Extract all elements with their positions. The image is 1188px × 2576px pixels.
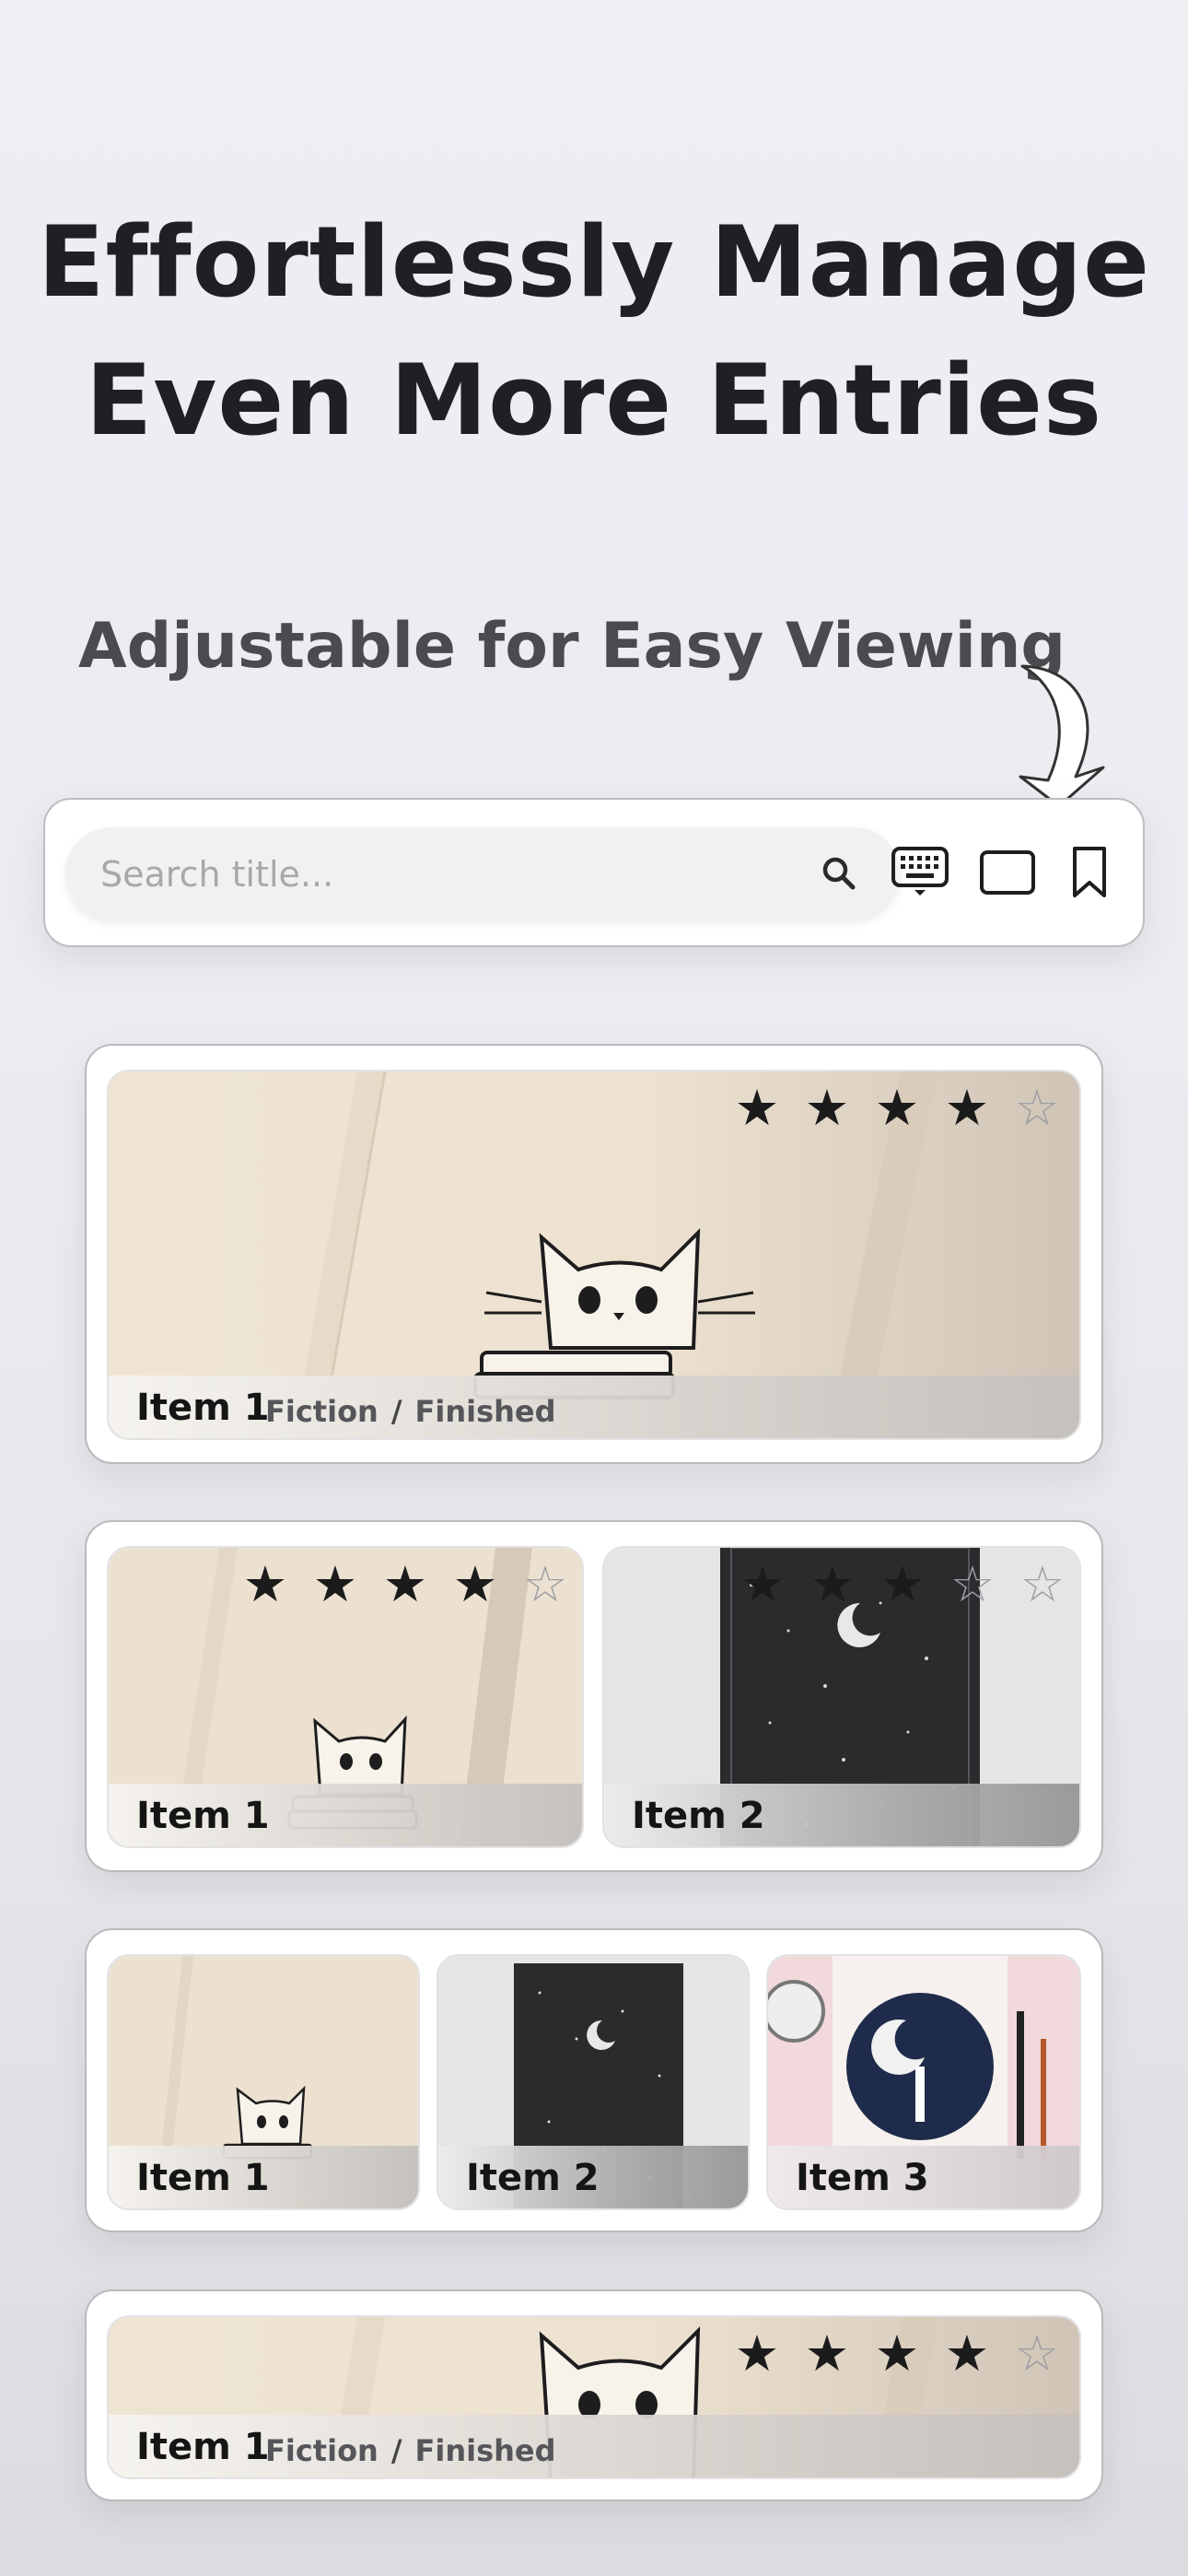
item-tile[interactable]: ★ ★ ★ ☆ ☆ Item 2 bbox=[602, 1546, 1081, 1848]
item-caption: Item 2 bbox=[604, 1784, 1079, 1846]
headline-line-2: Even More Entries bbox=[85, 344, 1103, 457]
star-filled-icon[interactable]: ★ bbox=[230, 1557, 300, 1612]
star-empty-icon[interactable]: ☆ bbox=[1007, 1557, 1077, 1612]
item-title: Item 1 bbox=[136, 2157, 270, 2199]
rating-stars[interactable]: ★ ★ ★ ☆ ☆ bbox=[728, 1557, 1077, 1612]
item-title: Item 1 bbox=[136, 1387, 270, 1429]
star-filled-icon[interactable]: ★ bbox=[370, 1557, 440, 1612]
star-filled-icon[interactable]: ★ bbox=[792, 2326, 862, 2382]
star-filled-icon[interactable]: ★ bbox=[722, 1081, 792, 1136]
star-filled-icon[interactable]: ★ bbox=[868, 1557, 938, 1612]
item-title: Item 3 bbox=[796, 2157, 929, 2199]
star-filled-icon[interactable]: ★ bbox=[798, 1557, 868, 1612]
subheadline: Adjustable for Easy Viewing bbox=[78, 610, 1066, 683]
rating-stars[interactable]: ★ ★ ★ ★ ☆ bbox=[722, 1081, 1072, 1136]
item-title: Item 1 bbox=[136, 2426, 270, 2468]
item-genre: Fiction bbox=[265, 2433, 379, 2468]
search-icon[interactable] bbox=[821, 855, 857, 892]
item-status: Finished bbox=[414, 2433, 556, 2468]
item-caption: Item 1 bbox=[109, 1784, 582, 1846]
item-caption: Item 3 bbox=[768, 2146, 1079, 2208]
layout-card-compact: ★ ★ ★ ★ ☆ Item 1 Fiction / Finished bbox=[85, 2289, 1103, 2501]
star-filled-icon[interactable]: ★ bbox=[440, 1557, 510, 1612]
meta-separator: / bbox=[390, 1394, 402, 1429]
keyboard-icon[interactable] bbox=[891, 846, 949, 897]
rating-stars[interactable]: ★ ★ ★ ★ ☆ bbox=[722, 2326, 1072, 2382]
item-tile[interactable]: ★ ★ ★ ★ ☆ Item 1 bbox=[107, 1546, 584, 1848]
item-tile[interactable]: ★ ★ ★ ★ ☆ Item 1 Fiction / Finished bbox=[107, 1070, 1081, 1440]
search-input[interactable] bbox=[99, 827, 802, 921]
star-empty-icon[interactable]: ☆ bbox=[510, 1557, 580, 1612]
single-column-layout-icon[interactable] bbox=[979, 849, 1036, 896]
search-toolbar bbox=[43, 798, 1145, 947]
bookmark-icon[interactable] bbox=[1071, 846, 1108, 899]
item-caption: Item 1 Fiction / Finished bbox=[109, 1376, 1079, 1438]
star-filled-icon[interactable]: ★ bbox=[862, 1081, 932, 1136]
item-tile[interactable]: ★ ★ ★ ★ ☆ Item 1 Fiction / Finished bbox=[107, 2315, 1081, 2479]
item-title: Item 1 bbox=[136, 1795, 270, 1837]
star-filled-icon[interactable]: ★ bbox=[300, 1557, 370, 1612]
layout-card-single: ★ ★ ★ ★ ☆ Item 1 Fiction / Finished bbox=[85, 1044, 1103, 1464]
item-tile[interactable]: Item 1 bbox=[107, 1954, 420, 2210]
layout-card-three-column: Item 1 Item 2 Item 3 bbox=[85, 1928, 1103, 2232]
star-filled-icon[interactable]: ★ bbox=[862, 2326, 932, 2382]
star-filled-icon[interactable]: ★ bbox=[722, 2326, 792, 2382]
item-genre: Fiction bbox=[265, 1394, 379, 1429]
item-meta: Fiction / Finished bbox=[265, 1394, 556, 1429]
item-caption: Item 1 Fiction / Finished bbox=[109, 2415, 1079, 2477]
item-title: Item 2 bbox=[466, 2157, 600, 2199]
star-filled-icon[interactable]: ★ bbox=[932, 2326, 1002, 2382]
item-caption: Item 2 bbox=[438, 2146, 748, 2208]
star-empty-icon[interactable]: ☆ bbox=[1002, 1081, 1072, 1136]
item-tile[interactable]: Item 2 bbox=[437, 1954, 750, 2210]
search-field[interactable] bbox=[65, 827, 900, 921]
page-headline: Effortlessly Manage Even More Entries bbox=[0, 193, 1188, 470]
item-title: Item 2 bbox=[632, 1795, 765, 1837]
star-filled-icon[interactable]: ★ bbox=[792, 1081, 862, 1136]
star-empty-icon[interactable]: ☆ bbox=[1002, 2326, 1072, 2382]
item-tile[interactable]: Item 3 bbox=[766, 1954, 1081, 2210]
rating-stars[interactable]: ★ ★ ★ ★ ☆ bbox=[230, 1557, 580, 1612]
item-caption: Item 1 bbox=[109, 2146, 418, 2208]
curved-arrow-icon bbox=[1019, 664, 1105, 808]
headline-line-1: Effortlessly Manage bbox=[38, 205, 1150, 319]
star-filled-icon[interactable]: ★ bbox=[932, 1081, 1002, 1136]
item-meta: Fiction / Finished bbox=[265, 2433, 556, 2468]
item-status: Finished bbox=[414, 1394, 556, 1429]
layout-card-two-column: ★ ★ ★ ★ ☆ Item 1 ★ ★ ★ ☆ ☆ Item 2 bbox=[85, 1520, 1103, 1872]
star-filled-icon[interactable]: ★ bbox=[728, 1557, 798, 1612]
star-empty-icon[interactable]: ☆ bbox=[938, 1557, 1007, 1612]
meta-separator: / bbox=[390, 2433, 402, 2468]
